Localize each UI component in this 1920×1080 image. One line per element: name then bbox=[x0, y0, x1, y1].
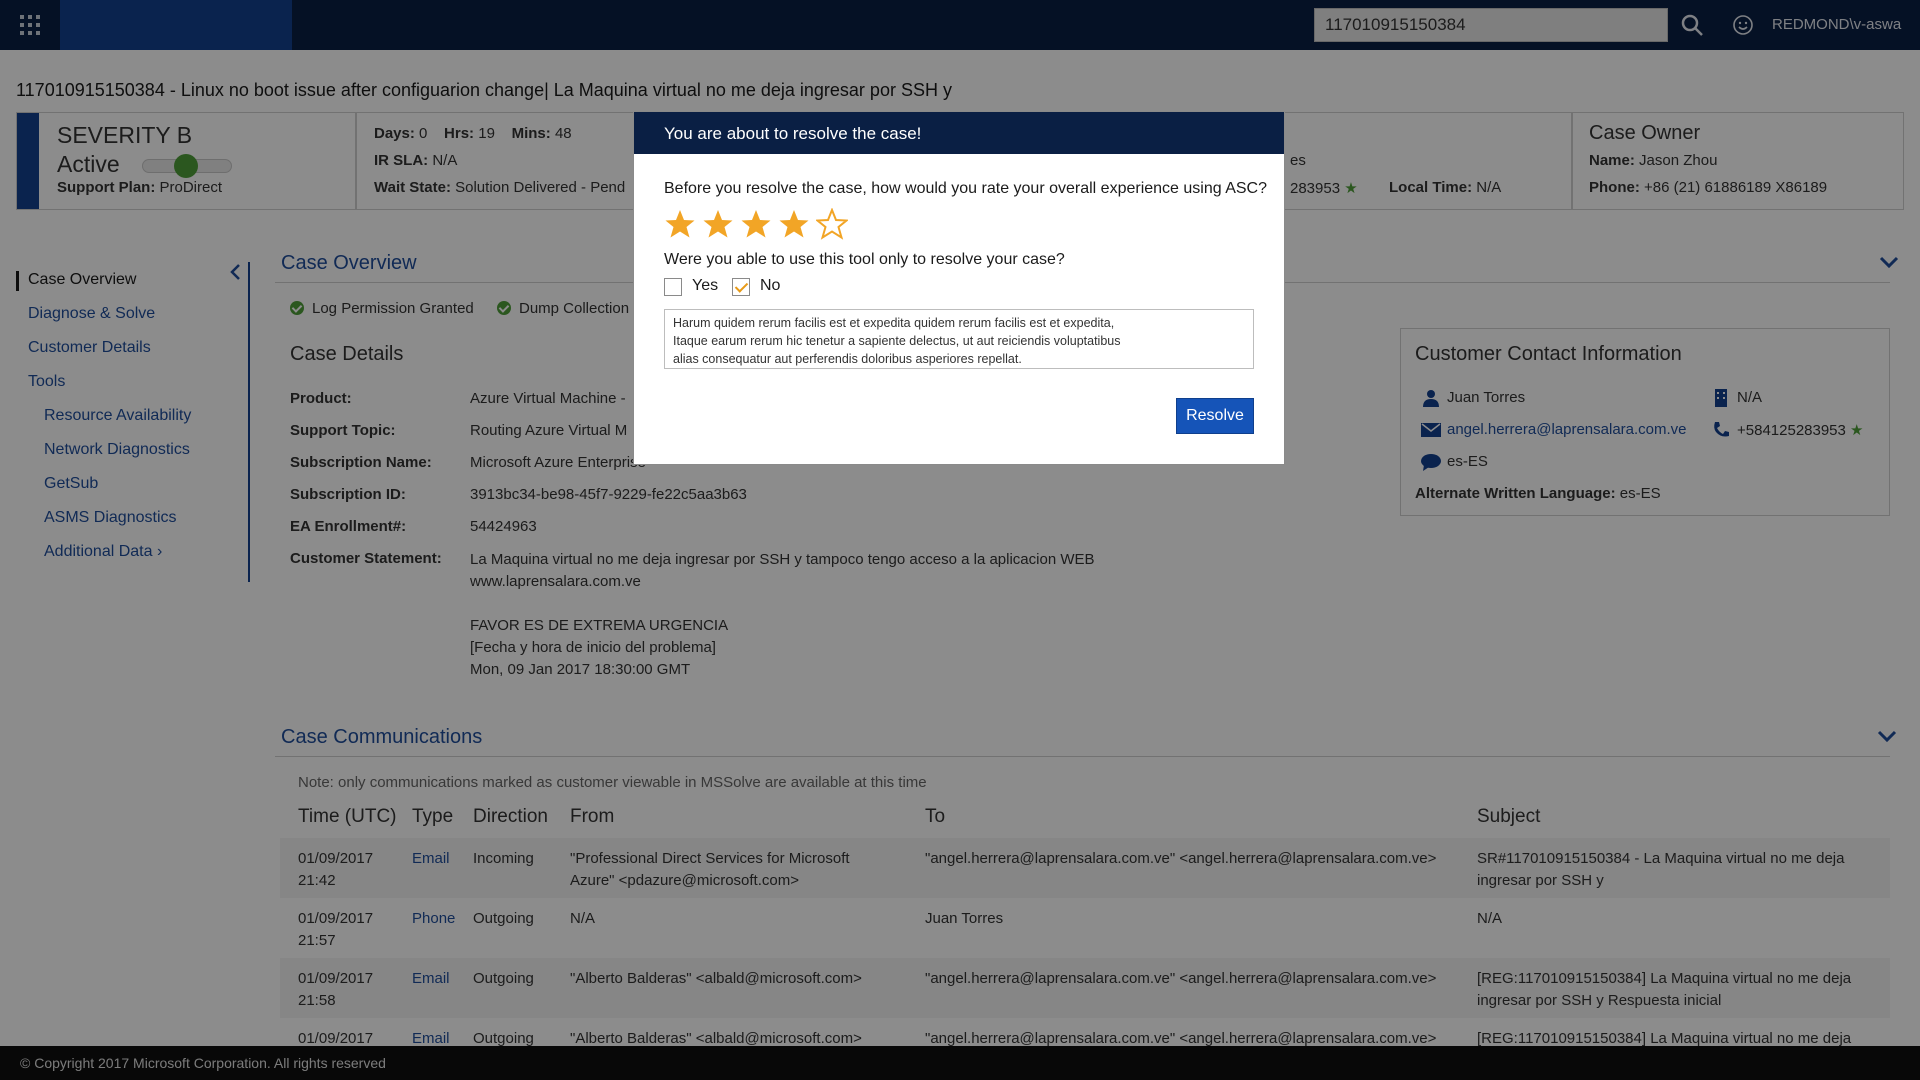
comment-textarea[interactable] bbox=[664, 309, 1254, 369]
star-filled-icon[interactable] bbox=[664, 208, 696, 240]
star-empty-icon[interactable] bbox=[816, 208, 848, 240]
star-filled-icon[interactable] bbox=[702, 208, 734, 240]
yes-label[interactable]: Yes bbox=[692, 277, 718, 295]
no-checkbox[interactable] bbox=[732, 278, 750, 296]
dialog-title: You are about to resolve the case! bbox=[634, 112, 1284, 154]
resolve-button[interactable]: Resolve bbox=[1176, 398, 1254, 434]
resolve-case-dialog: You are about to resolve the case! Befor… bbox=[633, 111, 1285, 465]
star-filled-icon[interactable] bbox=[778, 208, 810, 240]
yes-checkbox[interactable] bbox=[664, 278, 682, 296]
rating-question: Before you resolve the case, how would y… bbox=[664, 180, 1268, 197]
no-label[interactable]: No bbox=[760, 277, 780, 295]
tool-only-question: Were you able to use this tool only to r… bbox=[664, 251, 1065, 268]
star-filled-icon[interactable] bbox=[740, 208, 772, 240]
